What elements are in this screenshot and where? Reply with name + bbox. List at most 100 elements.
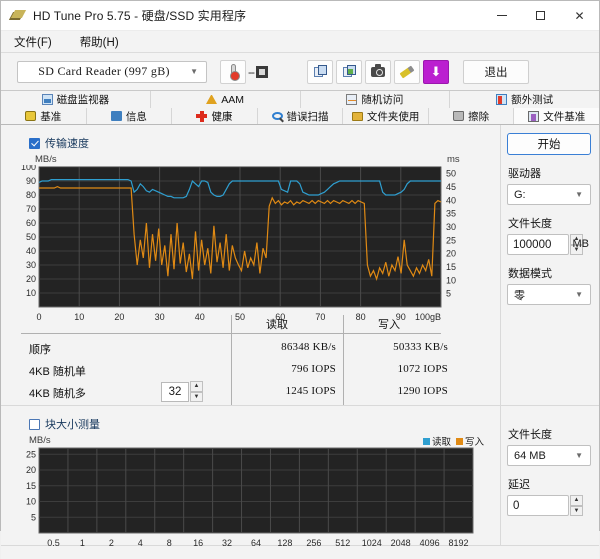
filelength-input[interactable]: 100000	[507, 234, 569, 255]
maximize-button[interactable]	[521, 1, 560, 31]
results-row-label: 顺序	[29, 344, 51, 356]
transfer-speed-checkbox-row[interactable]: 传输速度	[29, 135, 492, 151]
svg-text:8192: 8192	[449, 538, 469, 548]
svg-text:128: 128	[277, 538, 292, 548]
tab-file-benchmark[interactable]: 文件基准	[514, 108, 600, 124]
transfer-rate-plot: 1009080706050403020105045403530252015105…	[21, 165, 456, 322]
exit-button[interactable]: 退出	[463, 59, 529, 84]
spin-down-icon[interactable]: ▼	[190, 391, 203, 402]
svg-text:25: 25	[446, 235, 456, 245]
svg-text:1: 1	[80, 538, 85, 548]
transfer-right-controls: 开始 驱动器 G: ▼ 文件长度 100000 ▲ ▼ MB 数据模式 零 ▼	[500, 125, 599, 405]
svg-text:64: 64	[251, 538, 261, 548]
svg-text:32: 32	[222, 538, 232, 548]
svg-text:45: 45	[446, 182, 456, 192]
tab-random-access[interactable]: 随机访问	[300, 91, 451, 108]
chart-y2label: ms	[447, 154, 460, 165]
menu-file[interactable]: 文件(F)	[11, 32, 55, 52]
svg-text:512: 512	[335, 538, 350, 548]
svg-text:10: 10	[26, 288, 36, 298]
copy-graph-button[interactable]	[336, 59, 362, 84]
results-cell-write: 1072 IOPS	[397, 363, 448, 375]
svg-text:70: 70	[26, 204, 36, 214]
drive-select[interactable]: SD Card Reader (997 gB) ▼	[17, 60, 207, 83]
svg-text:20: 20	[26, 274, 36, 284]
svg-text:50: 50	[235, 312, 245, 322]
maximize-icon	[536, 11, 545, 20]
camera-icon	[371, 63, 385, 77]
extra-tests-icon	[496, 94, 508, 105]
info-icon	[110, 111, 122, 121]
drive-dropdown[interactable]: G: ▼	[507, 184, 591, 205]
delay-input[interactable]: 0	[507, 495, 569, 516]
menu-help[interactable]: 帮助(H)	[77, 32, 122, 52]
results-col-write: 写入	[378, 319, 400, 331]
svg-text:40: 40	[195, 312, 205, 322]
svg-text:90: 90	[26, 176, 36, 186]
block-filelength-value: 64 MB	[514, 449, 546, 462]
svg-text:1024: 1024	[362, 538, 382, 548]
menu-bar: 文件(F) 帮助(H)	[1, 31, 599, 53]
minimize-button[interactable]	[482, 1, 521, 31]
legend-write-swatch	[455, 437, 463, 445]
svg-text:4096: 4096	[420, 538, 440, 548]
pattern-dropdown-value: 零	[514, 289, 525, 302]
drive-dropdown-value: G:	[514, 188, 526, 201]
monitor-icon	[41, 94, 53, 105]
block-size-checkbox-row[interactable]: 块大小测量	[29, 416, 492, 432]
block-size-panel: 块大小测量 MB/s 读取 写入 25 20 15 10 5 0.5 1 2 4 8 16 32 64 1…	[1, 405, 599, 548]
pattern-dropdown[interactable]: 零 ▼	[507, 284, 591, 305]
screenshot-button[interactable]	[365, 59, 391, 84]
tab-error-scan-label: 错误扫描	[286, 110, 329, 123]
queue-depth-spin[interactable]: ▲ ▼	[190, 381, 203, 402]
block-left: 块大小测量 MB/s 读取 写入 25 20 15 10 5 0.5 1 2 4 8 16 32 64 1…	[1, 406, 500, 548]
svg-text:80: 80	[356, 312, 366, 322]
tab-disk-monitor[interactable]: 磁盘监视器	[1, 91, 151, 108]
tab-folder-usage-label: 文件夹使用	[366, 110, 420, 123]
start-button[interactable]: 开始	[507, 133, 591, 155]
tab-error-scan[interactable]: 错误扫描	[257, 108, 344, 124]
svg-text:10: 10	[74, 312, 84, 322]
tab-extra-tests[interactable]: 额外测试	[450, 91, 599, 108]
results-col-read: 读取	[266, 319, 288, 331]
app-icon	[8, 8, 27, 24]
chevron-down-icon: ▼	[575, 190, 583, 199]
close-button[interactable]: ✕	[560, 1, 599, 31]
window-controls: ✕	[482, 1, 599, 31]
queue-depth-stepper[interactable]: 32 ▲ ▼	[161, 381, 203, 402]
block-size-label: 块大小测量	[45, 419, 100, 431]
block-filelength-label: 文件长度	[508, 429, 552, 441]
tab-aam[interactable]: AAM	[150, 91, 301, 108]
tab-benchmark[interactable]: 基准	[1, 108, 87, 124]
transfer-speed-checkbox[interactable]	[29, 137, 40, 149]
delay-stepper[interactable]: 0 ▲ ▼	[507, 495, 591, 516]
benchmark-icon	[25, 111, 37, 121]
queue-depth-value[interactable]: 32	[161, 381, 189, 402]
svg-text:2: 2	[109, 538, 114, 548]
transfer-panel: 传输速度 MB/s ms 100 90 80 70 60 50 40 30 20 10 50 45 40…	[1, 125, 599, 405]
spin-down-icon[interactable]: ▼	[570, 505, 583, 516]
pencil-button[interactable]	[394, 59, 420, 84]
tab-erase[interactable]: 擦除	[428, 108, 515, 124]
svg-text:40: 40	[26, 246, 36, 256]
tab-folder-usage[interactable]: 文件夹使用	[343, 108, 429, 124]
svg-text:100: 100	[21, 165, 36, 172]
svg-text:30: 30	[446, 222, 456, 232]
tab-health[interactable]: 健康	[172, 108, 258, 124]
block-filelength-dropdown[interactable]: 64 MB ▼	[507, 445, 591, 466]
spin-up-icon[interactable]: ▲	[190, 381, 203, 392]
tab-row-top: 磁盘监视器 AAM 随机访问 额外测试	[1, 91, 599, 108]
copy-graph-icon	[342, 65, 356, 78]
results-cell-read: 1245 IOPS	[285, 385, 336, 397]
results-cell-read: 796 IOPS	[291, 363, 336, 375]
results-cell-write: 50333 KB/s	[393, 341, 448, 353]
block-size-checkbox[interactable]	[29, 418, 40, 430]
delay-spin[interactable]: ▲ ▼	[570, 495, 583, 516]
svg-text:50: 50	[26, 232, 36, 242]
download-button[interactable]: ⬇	[423, 59, 449, 84]
tab-info[interactable]: 信息	[86, 108, 173, 124]
copy-button[interactable]	[307, 59, 333, 84]
spin-up-icon[interactable]: ▲	[570, 495, 583, 506]
svg-text:100gB: 100gB	[415, 312, 441, 322]
temperature-button[interactable]	[220, 59, 246, 84]
